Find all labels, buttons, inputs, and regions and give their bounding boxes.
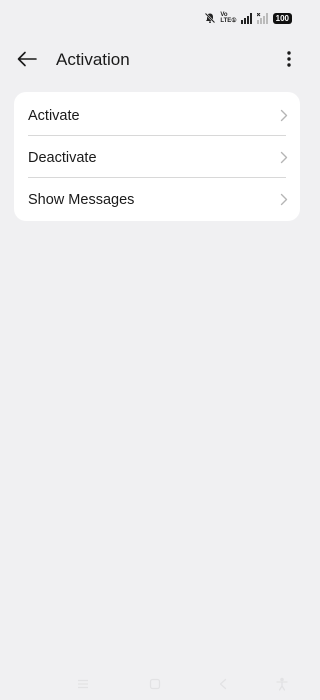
volte-icon: Vo LTE① xyxy=(220,12,236,24)
signal-icon xyxy=(240,12,252,24)
back-icon xyxy=(219,678,227,690)
menu-item-show-messages[interactable]: Show Messages xyxy=(14,178,300,220)
accessibility-button[interactable] xyxy=(274,676,290,692)
activation-menu-card: Activate Deactivate Show Messages xyxy=(14,92,300,221)
app-header: Activation xyxy=(0,40,314,78)
home-icon xyxy=(149,678,161,690)
chevron-right-icon xyxy=(280,151,288,164)
volte-bottom-text: LTE① xyxy=(220,18,237,24)
chevron-right-icon xyxy=(280,193,288,206)
menu-item-deactivate[interactable]: Deactivate xyxy=(14,136,300,178)
accessibility-icon xyxy=(276,677,288,691)
chevron-right-icon xyxy=(280,109,288,122)
battery-icon: 100 xyxy=(272,12,292,24)
menu-item-label: Deactivate xyxy=(28,150,97,166)
nav-back-button[interactable] xyxy=(215,676,231,692)
recent-apps-button[interactable] xyxy=(75,676,91,692)
home-button[interactable] xyxy=(147,676,163,692)
no-signal-icon xyxy=(256,12,268,24)
page-title: Activation xyxy=(56,50,130,69)
more-options-button[interactable] xyxy=(278,48,300,70)
menu-item-label: Show Messages xyxy=(28,192,135,208)
more-vertical-icon xyxy=(287,51,291,67)
menu-item-activate[interactable]: Activate xyxy=(14,94,300,136)
status-bar: Vo LTE① 100 xyxy=(204,10,292,26)
arrow-left-icon xyxy=(17,51,37,67)
menu-item-label: Activate xyxy=(28,108,80,124)
back-button[interactable] xyxy=(14,48,40,70)
mute-notification-icon xyxy=(205,12,216,24)
navigation-bar xyxy=(0,674,314,694)
menu-icon xyxy=(78,679,88,689)
